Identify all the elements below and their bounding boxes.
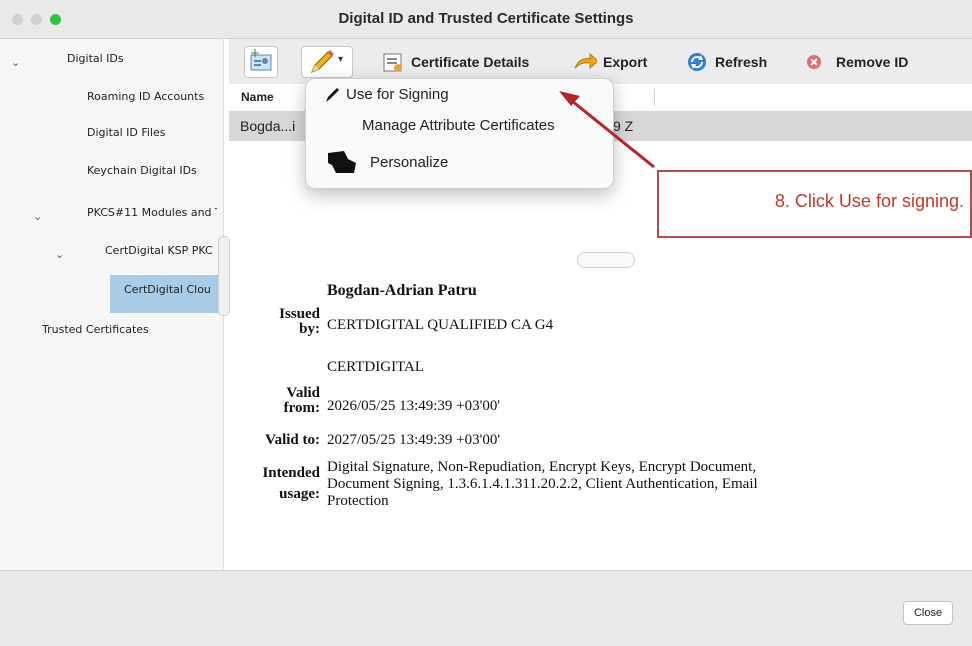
certificate-settings-window: Digital ID and Trusted Certificate Setti… — [0, 0, 972, 646]
annotation-arrow — [559, 91, 655, 169]
instruction-callout-text: 8. Click Use for signing. — [774, 191, 964, 211]
instruction-callout: 8. Click Use for signing. — [657, 170, 972, 238]
